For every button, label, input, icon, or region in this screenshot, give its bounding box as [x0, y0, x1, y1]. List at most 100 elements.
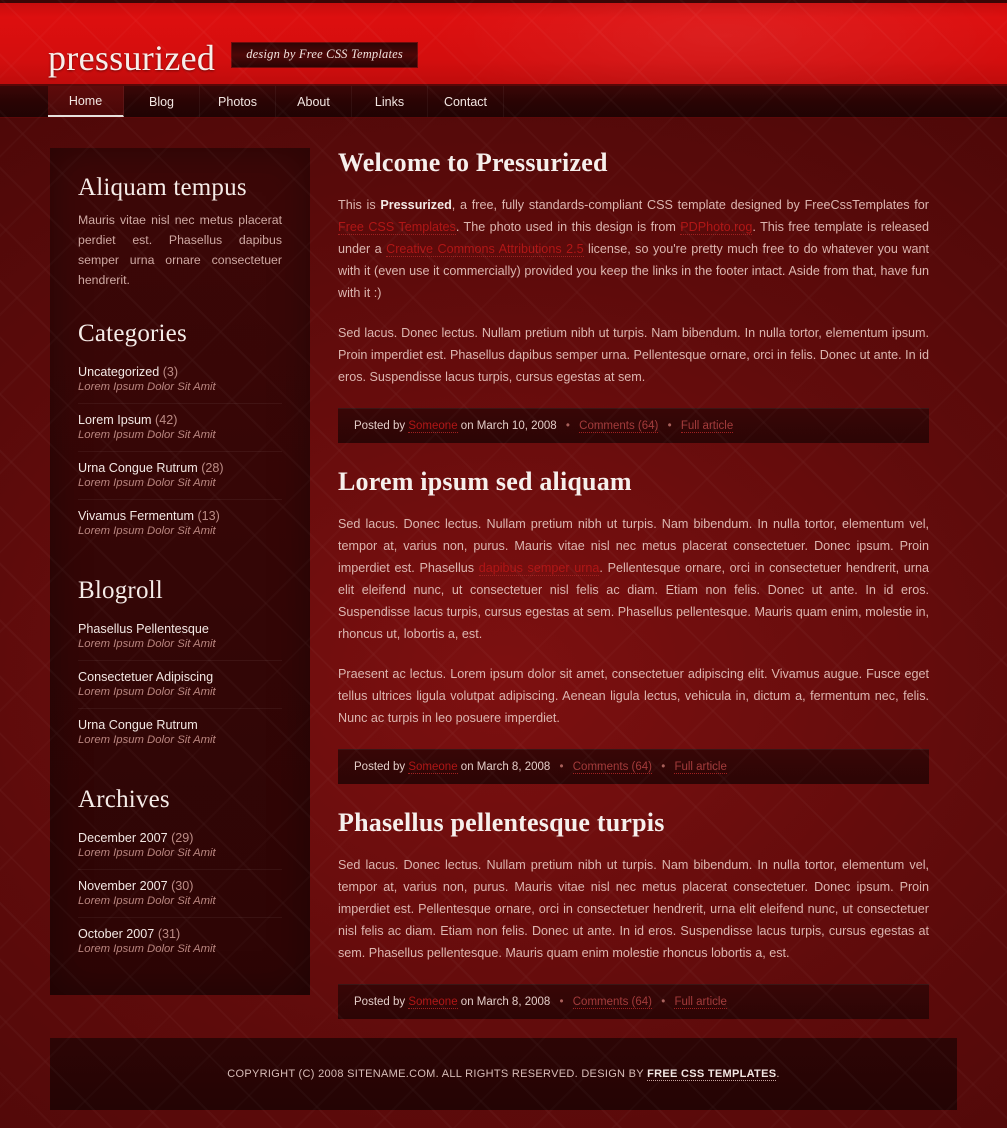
- category-count: (3): [162, 365, 179, 379]
- blogroll-link[interactable]: Urna Congue Rutrum: [78, 718, 282, 732]
- meta-separator: •: [667, 420, 672, 432]
- post-comments-link[interactable]: Comments (64): [572, 996, 652, 1009]
- archive-sub: Lorem Ipsum Dolor Sit Amit: [78, 847, 216, 859]
- category-link[interactable]: Vivamus Fermentum (13): [78, 509, 282, 523]
- post-date: on March 10, 2008: [460, 420, 557, 432]
- archive-count: (29): [171, 831, 194, 845]
- post-comments-link[interactable]: Comments (64): [579, 420, 659, 433]
- footer-copyright: Copyright (c) 2008 sitename.com. All rig…: [227, 1068, 780, 1081]
- nav-item-blog[interactable]: Blog: [124, 86, 200, 117]
- posted-by-label: Posted by: [354, 420, 406, 432]
- category-sub: Lorem Ipsum Dolor Sit Amit: [78, 381, 216, 393]
- sidebar-block-blogroll: Blogroll Phasellus Pellentesque Lorem Ip…: [50, 577, 310, 756]
- sidebar: Aliquam tempus Mauris vitae nisl nec met…: [50, 148, 310, 995]
- category-link[interactable]: Uncategorized (3): [78, 365, 282, 379]
- meta-separator: •: [559, 761, 564, 773]
- meta-separator: •: [565, 420, 570, 432]
- tagline-badge: design by Free CSS Templates: [231, 42, 418, 68]
- categories-list: Uncategorized (3) Lorem Ipsum Dolor Sit …: [78, 356, 282, 547]
- link-pdphoto[interactable]: PDPhoto.rog: [680, 220, 753, 235]
- post-author-link[interactable]: Someone: [408, 761, 458, 774]
- posted-by-label: Posted by: [354, 761, 406, 773]
- meta-separator: •: [661, 761, 666, 773]
- post-bold-term: Pressurized: [380, 198, 452, 212]
- main-content: Welcome to Pressurized This is Pressuriz…: [338, 148, 929, 1019]
- archive-sub: Lorem Ipsum Dolor Sit Amit: [78, 943, 216, 955]
- blogroll-sub: Lorem Ipsum Dolor Sit Amit: [78, 686, 216, 698]
- archive-count: (30): [171, 879, 194, 893]
- nav-item-about[interactable]: About: [276, 86, 352, 117]
- post-body: Sed lacus. Donec lectus. Nullam pretium …: [338, 513, 929, 729]
- list-item[interactable]: Urna Congue Rutrum Lorem Ipsum Dolor Sit…: [78, 708, 282, 756]
- post-author-link[interactable]: Someone: [408, 420, 458, 433]
- post-article: Welcome to Pressurized This is Pressuriz…: [338, 148, 929, 443]
- post-paragraph: Sed lacus. Donec lectus. Nullam pretium …: [338, 858, 929, 960]
- post-title: Lorem ipsum sed aliquam: [338, 467, 632, 496]
- post-meta: Posted by Someone on March 8, 2008 • Com…: [338, 984, 929, 1019]
- post-body: Sed lacus. Donec lectus. Nullam pretium …: [338, 854, 929, 964]
- post-article: Lorem ipsum sed aliquam Sed lacus. Donec…: [338, 467, 929, 784]
- category-sub: Lorem Ipsum Dolor Sit Amit: [78, 477, 216, 489]
- archive-link[interactable]: December 2007 (29): [78, 831, 282, 845]
- post-author-link[interactable]: Someone: [408, 996, 458, 1009]
- list-item[interactable]: Phasellus Pellentesque Lorem Ipsum Dolor…: [78, 613, 282, 660]
- logo-row: pressurized design by Free CSS Templates: [48, 40, 418, 76]
- archives-list: December 2007 (29) Lorem Ipsum Dolor Sit…: [78, 822, 282, 965]
- post-comments-link[interactable]: Comments (64): [572, 761, 652, 774]
- post-date: on March 8, 2008: [460, 996, 551, 1008]
- main-navigation: Home Blog Photos About Links Contact: [0, 86, 1007, 118]
- site-footer: Copyright (c) 2008 sitename.com. All rig…: [50, 1038, 957, 1110]
- post-paragraph: Sed lacus. Donec lectus. Nullam pretium …: [338, 517, 930, 641]
- nav-item-links[interactable]: Links: [352, 86, 428, 117]
- post-full-article-link[interactable]: Full article: [674, 996, 727, 1009]
- link-dapibus-semper-urna[interactable]: dapibus semper urna: [478, 561, 600, 576]
- post-body: This is Pressurized, a free, fully stand…: [338, 194, 929, 388]
- meta-separator: •: [559, 996, 564, 1008]
- category-sub: Lorem Ipsum Dolor Sit Amit: [78, 429, 216, 441]
- post-article: Phasellus pellentesque turpis Sed lacus.…: [338, 808, 929, 1019]
- list-item[interactable]: December 2007 (29) Lorem Ipsum Dolor Sit…: [78, 822, 282, 869]
- sidebar-block-archives: Archives December 2007 (29) Lorem Ipsum …: [50, 786, 310, 965]
- content-area: Aliquam tempus Mauris vitae nisl nec met…: [0, 118, 1007, 1019]
- meta-separator: •: [661, 996, 666, 1008]
- post-full-article-link[interactable]: Full article: [674, 761, 727, 774]
- archive-link[interactable]: November 2007 (30): [78, 879, 282, 893]
- category-count: (28): [201, 461, 224, 475]
- footer-credit-link[interactable]: Free CSS Templates: [647, 1068, 777, 1081]
- nav-item-home[interactable]: Home: [48, 86, 124, 117]
- archive-sub: Lorem Ipsum Dolor Sit Amit: [78, 895, 216, 907]
- category-link[interactable]: Urna Congue Rutrum (28): [78, 461, 282, 475]
- list-item[interactable]: Uncategorized (3) Lorem Ipsum Dolor Sit …: [78, 356, 282, 403]
- post-date: on March 8, 2008: [460, 761, 551, 773]
- archive-count: (31): [157, 927, 181, 941]
- post-meta: Posted by Someone on March 8, 2008 • Com…: [338, 749, 929, 784]
- post-full-article-link[interactable]: Full article: [680, 420, 734, 433]
- posted-by-label: Posted by: [354, 996, 406, 1008]
- list-item[interactable]: October 2007 (31) Lorem Ipsum Dolor Sit …: [78, 917, 282, 965]
- nav-item-contact[interactable]: Contact: [428, 86, 504, 117]
- archive-link[interactable]: October 2007 (31): [78, 927, 282, 941]
- link-free-css-templates[interactable]: Free CSS Templates: [338, 220, 456, 235]
- site-logo[interactable]: pressurized: [48, 40, 215, 76]
- sidebar-categories-title: Categories: [78, 320, 187, 347]
- post-paragraph: This is Pressurized, a free, fully stand…: [338, 198, 929, 300]
- category-link[interactable]: Lorem Ipsum (42): [78, 413, 282, 427]
- list-item[interactable]: Lorem Ipsum (42) Lorem Ipsum Dolor Sit A…: [78, 403, 282, 451]
- category-count: (42): [155, 413, 178, 427]
- post-paragraph: Praesent ac lectus. Lorem ipsum dolor si…: [338, 667, 929, 725]
- post-paragraph: Sed lacus. Donec lectus. Nullam pretium …: [338, 326, 929, 384]
- blogroll-list: Phasellus Pellentesque Lorem Ipsum Dolor…: [78, 613, 282, 756]
- list-item[interactable]: November 2007 (30) Lorem Ipsum Dolor Sit…: [78, 869, 282, 917]
- sidebar-intro-title: Aliquam tempus: [78, 174, 247, 201]
- site-header: pressurized design by Free CSS Templates: [0, 0, 1007, 86]
- list-item[interactable]: Consectetuer Adipiscing Lorem Ipsum Dolo…: [78, 660, 282, 708]
- sidebar-archives-title: Archives: [78, 786, 170, 813]
- list-item[interactable]: Vivamus Fermentum (13) Lorem Ipsum Dolor…: [78, 499, 282, 547]
- nav-item-photos[interactable]: Photos: [200, 86, 276, 117]
- page-root: pressurized design by Free CSS Templates…: [0, 0, 1007, 1128]
- blogroll-link[interactable]: Phasellus Pellentesque: [78, 622, 282, 636]
- list-item[interactable]: Urna Congue Rutrum (28) Lorem Ipsum Dolo…: [78, 451, 282, 499]
- blogroll-link[interactable]: Consectetuer Adipiscing: [78, 670, 282, 684]
- link-creative-commons[interactable]: Creative Commons Attributions 2.5: [386, 242, 584, 257]
- sidebar-blogroll-title: Blogroll: [78, 577, 163, 604]
